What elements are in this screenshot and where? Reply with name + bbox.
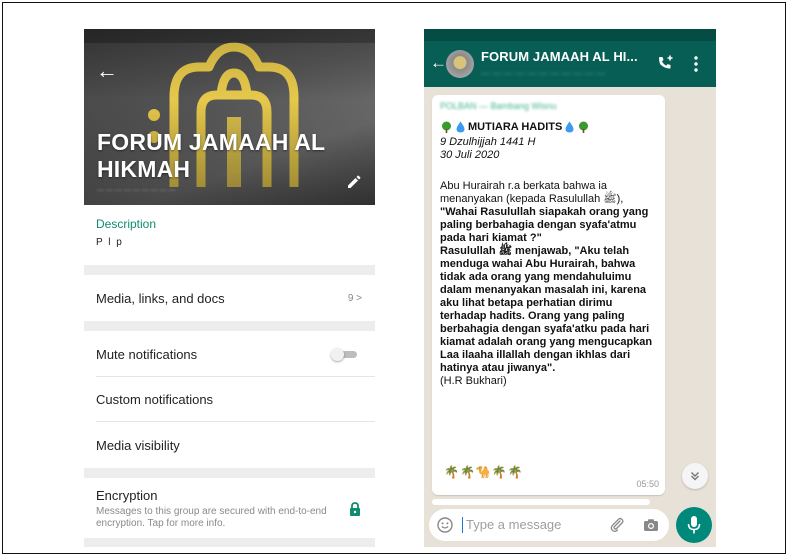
media-links-docs-label: Media, links, and docs (96, 290, 225, 306)
message-source: (H.R Bukhari) (440, 375, 507, 387)
media-links-docs-row[interactable]: Media, links, and docs 9 > (84, 275, 375, 321)
voice-message-button[interactable] (676, 507, 712, 543)
message-quote-question: "Wahai Rasulullah siapakah orang yang pa… (440, 206, 649, 244)
toggle-knob (331, 348, 344, 361)
date-hijri: 9 Dzulhijjah 1441 H (440, 136, 536, 148)
chat-screen: ← FORUM JAMAAH AL HI... — — — — — — — — … (424, 29, 716, 547)
text-cursor (462, 517, 463, 533)
description-value: P l p (96, 237, 124, 248)
group-header-photo: ← FORUM JAMAAH AL HIKMAH — — — — — — — —… (84, 29, 375, 205)
section-gap (84, 538, 375, 547)
section-gap (84, 468, 375, 478)
mute-notifications-label: Mute notifications (96, 346, 198, 362)
media-visibility-row[interactable]: Media visibility (84, 422, 375, 468)
description-section[interactable]: Description P l p (84, 205, 375, 265)
message-time: 05:50 (636, 479, 659, 489)
chat-members: — — — — — — — — — — — (481, 68, 606, 78)
edit-pencil-icon[interactable] (345, 173, 363, 191)
droplet-emoji-icon (565, 121, 574, 133)
message-quote-answer: "Aku telah menduga wahai Abu Hurairah, b… (440, 245, 653, 374)
more-vert-icon[interactable] (694, 56, 698, 72)
chat-title[interactable]: FORUM JAMAAH AL HI... (481, 49, 638, 64)
message-dates: 9 Dzulhijjah 1441 H 30 Juli 2020 (440, 136, 657, 162)
date-gregorian: 30 Juli 2020 (440, 149, 500, 161)
message-heading: MUTIARA HADITS (468, 121, 563, 133)
chat-header[interactable]: ← FORUM JAMAAH AL HI... — — — — — — — — … (424, 41, 716, 87)
group-title: FORUM JAMAAH AL HIKMAH (97, 129, 325, 182)
status-bar (424, 29, 716, 41)
mute-toggle[interactable] (331, 348, 357, 361)
attach-paperclip-icon[interactable] (609, 517, 625, 533)
message-heading-row: MUTIARA HADITS (440, 121, 657, 133)
droplet-emoji-icon (456, 121, 465, 133)
media-count: 9 > (347, 292, 362, 304)
screenshot-frame: ← FORUM JAMAAH AL HIKMAH — — — — — — — —… (2, 2, 786, 554)
encryption-description: Messages to this group are secured with … (96, 506, 327, 529)
double-chevron-down-icon (691, 472, 699, 481)
smiley-icon[interactable] (437, 517, 453, 533)
status-bar (84, 29, 375, 43)
message-input-bar[interactable]: Type a message (429, 509, 669, 541)
custom-notifications-label: Custom notifications (96, 392, 214, 407)
message-bubble[interactable]: POLBAN — Bambang Wisnu MUTIARA HADITS 9 … (432, 95, 665, 495)
encryption-row[interactable]: Encryption Messages to this group are se… (84, 478, 375, 538)
next-message-bubble-edge (432, 499, 650, 505)
description-label: Description (96, 217, 157, 231)
media-visibility-label: Media visibility (96, 437, 180, 453)
custom-notifications-row[interactable]: Custom notifications (84, 377, 375, 422)
tree-emoji-icon (442, 121, 451, 133)
mute-notifications-row[interactable]: Mute notifications (84, 331, 375, 377)
back-arrow-icon[interactable]: ← (430, 53, 447, 73)
message-body: Abu Hurairah r.a berkata bahwa ia menany… (440, 180, 657, 388)
message-input[interactable]: Type a message (466, 517, 561, 532)
section-gap (84, 321, 375, 331)
message-sender: POLBAN — Bambang Wisnu (440, 101, 557, 111)
add-call-icon[interactable] (656, 54, 674, 72)
message-intro: Abu Hurairah r.a berkata bahwa ia menany… (440, 180, 624, 205)
palm-camel-emojis: 🌴🌴🐪🌴🌴 (444, 465, 524, 479)
lock-icon (350, 502, 360, 516)
group-created-info: — — — — — — — — — (97, 187, 176, 194)
section-gap (84, 265, 375, 275)
back-arrow-icon[interactable]: ← (96, 59, 120, 83)
microphone-icon (687, 516, 701, 534)
group-info-screen: ← FORUM JAMAAH AL HIKMAH — — — — — — — —… (84, 29, 375, 547)
tree-emoji-icon (579, 121, 589, 133)
camera-icon[interactable] (643, 517, 659, 533)
group-avatar[interactable] (446, 50, 474, 78)
encryption-label: Encryption (96, 488, 158, 503)
message-reply-intro: Rasulullah ﷺ menjawab, (440, 245, 572, 257)
scroll-down-button[interactable] (682, 463, 708, 489)
